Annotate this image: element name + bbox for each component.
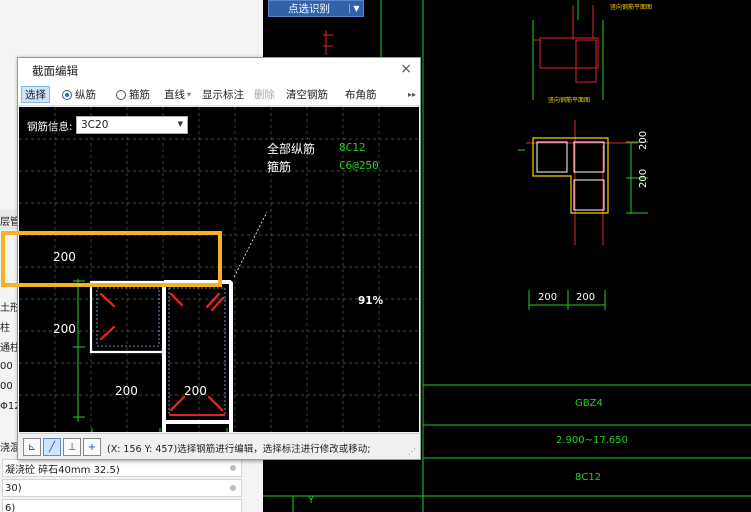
- dimension-horizontal-left[interactable]: 200: [115, 384, 138, 398]
- highlight-box: [1, 231, 222, 287]
- stirrup-radio[interactable]: 箍筋: [116, 86, 150, 103]
- pick-dropdown-arrow[interactable]: ▼: [349, 4, 363, 13]
- dialog-titlebar[interactable]: 截面编辑 ×: [18, 58, 420, 82]
- more-tools-icon[interactable]: ▸▸: [408, 86, 416, 103]
- radio-checked-icon: [62, 89, 72, 100]
- rebar-info-value: 3C20: [81, 119, 109, 131]
- cover-field[interactable]: 6): [2, 499, 242, 512]
- perpendicular-icon[interactable]: ⊥: [63, 438, 81, 456]
- legend-all-longitudinal: 全部纵筋: [267, 142, 316, 156]
- zoom-level: 91%: [358, 295, 384, 307]
- table-rebar: 8C12: [575, 472, 602, 483]
- pick-identify-button[interactable]: 点选识别 ▼: [268, 0, 364, 17]
- rebar-info-label: 钢筋信息:: [27, 121, 73, 133]
- status-coordinates: (X: 156 Y: 457)选择钢筋进行编辑，选择标注进行修改或移动;: [107, 444, 371, 455]
- strength-field[interactable]: 30): [2, 479, 242, 497]
- legend-longitudinal-value: 8C12: [339, 141, 366, 154]
- clear-rebar-button[interactable]: 清空钢筋: [286, 86, 328, 103]
- cad-dim-label: 200: [638, 130, 649, 150]
- line-mode-label: 直线: [164, 89, 185, 101]
- radio-unchecked-icon: [116, 89, 126, 100]
- ortho-mode-icon[interactable]: ⊾: [23, 438, 41, 456]
- y-axis-label: Y: [307, 495, 315, 506]
- option-dot[interactable]: [230, 485, 236, 491]
- dimension-horizontal-right[interactable]: 200: [184, 384, 207, 398]
- chevron-down-icon: ▼: [177, 120, 183, 128]
- property-row[interactable]: 00: [0, 356, 13, 376]
- close-icon[interactable]: ×: [400, 61, 412, 77]
- dialog-statusbar: ⊾ ╱ ⊥ + (X: 156 Y: 457)选择钢筋进行编辑，选择标注进行修改…: [19, 433, 419, 459]
- vertical-rebar-note: 竖向钢筋平面图: [548, 97, 591, 104]
- legend-stirrup: 箍筋: [267, 160, 292, 174]
- property-row[interactable]: 柱: [0, 316, 10, 336]
- dialog-toolbar: 选择 纵筋 箍筋 直线 ▾ 显示标注 删除 清空钢筋 布角筋 ▸▸: [18, 82, 420, 106]
- add-dimension-icon[interactable]: +: [83, 438, 101, 456]
- dialog-title: 截面编辑: [32, 64, 78, 78]
- longitudinal-label: 纵筋: [75, 89, 96, 101]
- cad-dim-label: 200: [638, 168, 649, 188]
- dimension-vertical-bottom[interactable]: 200: [53, 322, 76, 336]
- select-tool-button[interactable]: 选择: [21, 86, 50, 103]
- vertical-rebar-note: 竖向钢筋平面图: [610, 4, 653, 11]
- rebar-info-select[interactable]: 3C20 ▼: [76, 116, 188, 134]
- table-column-name: GBZ4: [575, 398, 603, 409]
- cad-dim-label: 200: [538, 292, 558, 303]
- pick-identify-label: 点选识别: [288, 3, 330, 15]
- line-mode-icon[interactable]: ╱: [43, 438, 61, 456]
- chevron-down-icon: ▾: [187, 90, 192, 99]
- stirrup-label: 箍筋: [129, 89, 150, 101]
- property-row[interactable]: 00: [0, 376, 13, 396]
- show-dimension-button[interactable]: 显示标注: [202, 86, 244, 103]
- delete-button[interactable]: 删除: [254, 86, 275, 103]
- concrete-field[interactable]: 凝浇砼 碎石40mm 32.5): [2, 459, 242, 477]
- table-elevation: 2.900~17.650: [556, 435, 628, 446]
- legend-stirrup-value: C6@250: [339, 159, 379, 172]
- longitudinal-radio[interactable]: 纵筋: [62, 86, 96, 103]
- option-dot[interactable]: [230, 465, 236, 471]
- line-mode-dropdown[interactable]: 直线 ▾: [164, 86, 191, 103]
- corner-rebar-button[interactable]: 布角筋: [345, 86, 377, 103]
- cad-dim-label: 200: [576, 292, 596, 303]
- resize-grip-icon[interactable]: ⋰: [408, 447, 416, 456]
